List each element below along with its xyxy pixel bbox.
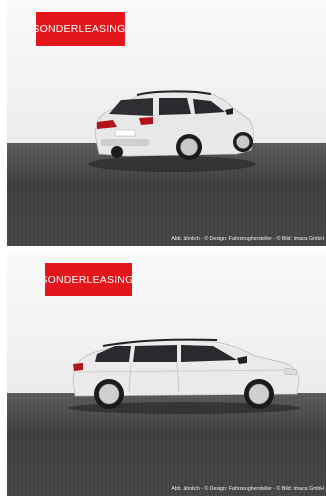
vehicle-image-side[interactable]: SONDERLEASING. Abb. ähnlich - © Design: … (7, 251, 326, 496)
image-copyright-caption: Abb. ähnlich - © Design: Fahrzeugherstel… (171, 486, 324, 492)
sonderleasing-badge: SONDERLEASING. (32, 12, 128, 46)
car-side-view-image (68, 338, 300, 414)
vehicle-image-gallery: SONDERLEASING. Abb. ähnlich - © Design: … (0, 0, 326, 499)
car-rear-view-image (88, 90, 256, 172)
sonderleasing-badge: SONDERLEASING. (40, 263, 136, 296)
image-copyright-caption: Abb. ähnlich - © Design: Fahrzeugherstel… (171, 236, 324, 242)
vehicle-image-rear[interactable]: SONDERLEASING. Abb. ähnlich - © Design: … (7, 0, 326, 246)
